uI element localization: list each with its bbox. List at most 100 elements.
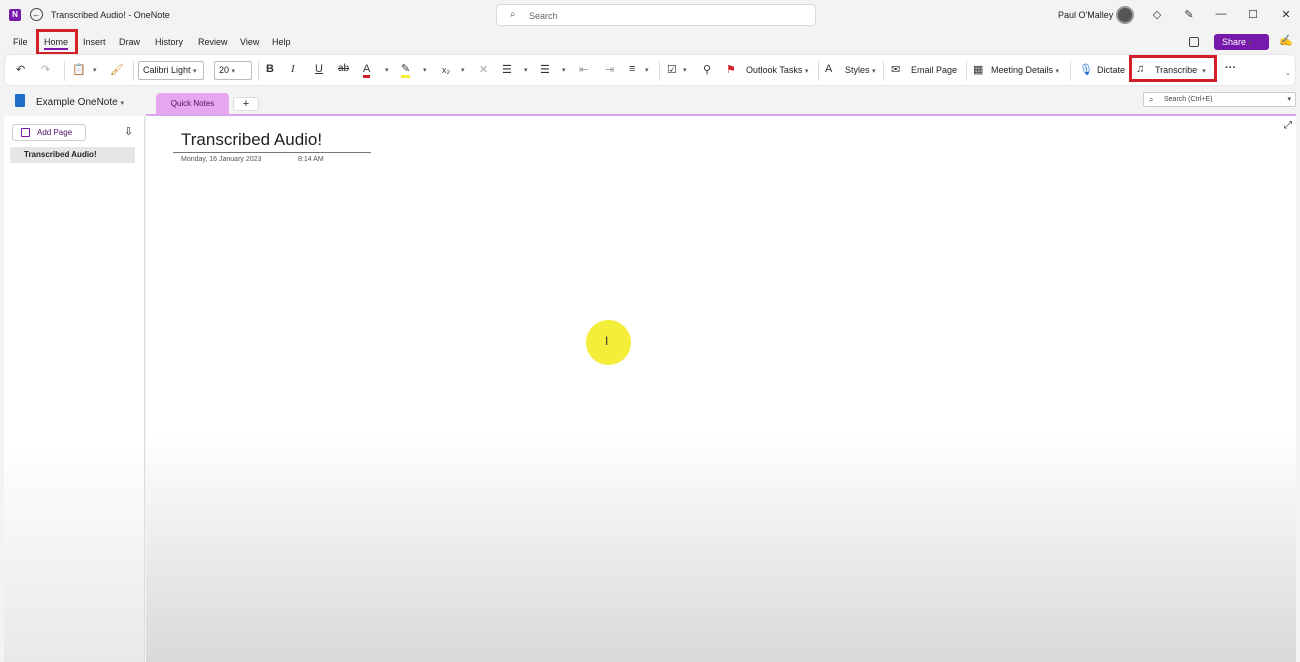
font-name-select[interactable]: Calibri Light ▾ [138, 61, 204, 80]
divider [133, 61, 134, 81]
meeting-details-button[interactable]: Meeting Details ▾ [991, 65, 1059, 75]
chevron-down-icon[interactable]: ▾ [461, 66, 465, 74]
outlook-tasks-button[interactable]: Outlook Tasks ▾ [746, 65, 808, 75]
tab-review[interactable]: Review [198, 37, 228, 47]
redo-icon[interactable]: ↷ [41, 63, 50, 76]
styles-button[interactable]: Styles ▾ [845, 65, 876, 75]
more-options-button[interactable]: ··· [1225, 62, 1236, 74]
meeting-details-icon[interactable]: ▦ [973, 63, 983, 76]
feedback-icon[interactable]: ✍ [1279, 34, 1293, 47]
strikethrough-button[interactable]: ab [338, 63, 349, 74]
pen-icon[interactable]: ✎ [1182, 8, 1196, 21]
chevron-down-icon: ▾ [1248, 40, 1253, 47]
font-size-select[interactable]: 20 ▾ [214, 61, 252, 80]
undo-icon[interactable]: ↶ [16, 63, 25, 76]
email-icon[interactable]: ✉ [891, 63, 900, 76]
page-search-placeholder: Search (Ctrl+E) [1164, 96, 1213, 103]
page-date: Monday, 16 January 2023 [181, 156, 262, 163]
page-title[interactable]: Transcribed Audio! [181, 130, 322, 150]
email-page-button[interactable]: Email Page [911, 65, 957, 75]
chevron-down-icon[interactable]: ▾ [385, 66, 389, 74]
tag-checkbox-icon[interactable]: ☑ [667, 63, 677, 76]
maximize-icon[interactable]: ☐ [1246, 8, 1260, 21]
home-tab-highlight-box [36, 29, 78, 55]
onenote-logo-icon: N [9, 9, 21, 21]
share-button[interactable]: Share ▾ [1214, 34, 1269, 50]
chevron-down-icon: ▾ [193, 68, 197, 75]
share-label: Share [1222, 37, 1247, 47]
decrease-indent-icon[interactable]: ⇤ [579, 63, 588, 76]
numbered-list-icon[interactable]: ☰ [540, 63, 550, 76]
title-bar: N ← Transcribed Audio! - OneNote ⌕ Searc… [0, 0, 1300, 30]
sticky-notes-icon[interactable] [1189, 37, 1199, 47]
menu-bar: File Home Insert Draw History Review Vie… [0, 32, 1300, 52]
section-tab-quick-notes[interactable]: Quick Notes [156, 93, 229, 114]
tab-draw[interactable]: Draw [119, 37, 140, 47]
add-page-button[interactable]: Add Page [12, 124, 86, 141]
notebook-bar: Example OneNote ▾ Quick Notes + ⌕ Search… [0, 88, 1300, 114]
page-canvas[interactable]: Transcribed Audio! Monday, 16 January 20… [146, 116, 1296, 662]
search-placeholder: Search [529, 11, 558, 21]
font-color-button[interactable]: A [363, 63, 371, 78]
tab-view[interactable]: View [240, 37, 259, 47]
divider [258, 61, 259, 81]
add-page-icon [21, 128, 30, 137]
highlighter-icon[interactable]: ✎ [401, 63, 411, 78]
font-name-value: Calibri Light [143, 65, 191, 75]
format-painter-icon[interactable]: 🖌 [110, 63, 124, 76]
page-list-pane: Add Page ⇩ Transcribed Audio! [4, 116, 145, 662]
chevron-down-icon[interactable]: ▾ [93, 66, 97, 74]
title-underline [173, 152, 371, 153]
chevron-down-icon[interactable]: ▾ [562, 66, 566, 74]
chevron-down-icon[interactable]: ▾ [645, 66, 649, 74]
notebook-selector[interactable]: Example OneNote ▾ [36, 97, 124, 108]
page-time: 8:14 AM [298, 156, 324, 163]
search-input[interactable]: ⌕ Search [496, 4, 816, 26]
list-item[interactable]: Transcribed Audio! [10, 147, 135, 163]
expand-icon[interactable]: ⤢ [1284, 120, 1292, 131]
tab-history[interactable]: History [155, 37, 183, 47]
styles-icon[interactable]: A [825, 63, 832, 75]
search-icon: ⌕ [510, 9, 516, 20]
chevron-down-icon: ▾ [1287, 96, 1291, 103]
chevron-down-icon[interactable]: ▾ [683, 66, 687, 74]
diamond-icon[interactable]: ◇ [1150, 8, 1164, 21]
divider [966, 61, 967, 81]
add-section-button[interactable]: + [233, 97, 259, 111]
chevron-down-icon[interactable]: ⌄ [1285, 69, 1291, 77]
increase-indent-icon[interactable]: ⇥ [605, 63, 614, 76]
flag-icon[interactable]: ⚑ [726, 63, 736, 76]
close-icon[interactable]: ✕ [1279, 8, 1293, 21]
align-icon[interactable]: ≡ [629, 63, 635, 75]
user-name[interactable]: Paul O'Malley [1058, 10, 1113, 20]
chevron-down-icon[interactable]: ▾ [423, 66, 427, 74]
find-tags-icon[interactable]: ⚲ [703, 63, 711, 76]
tab-file[interactable]: File [13, 37, 28, 47]
chevron-down-icon: ▾ [120, 100, 125, 107]
sort-icon[interactable]: ⇩ [124, 125, 133, 138]
search-icon: ⌕ [1149, 95, 1154, 104]
microphone-icon[interactable]: 🎙 [1079, 63, 1093, 76]
clear-formatting-icon[interactable]: ✕ [479, 63, 488, 76]
avatar[interactable] [1116, 6, 1134, 24]
clipboard-icon[interactable]: 📋 [72, 63, 86, 76]
back-button[interactable]: ← [30, 8, 43, 21]
dictate-button[interactable]: Dictate [1097, 65, 1125, 75]
tab-insert[interactable]: Insert [83, 37, 106, 47]
chevron-down-icon: ▾ [231, 68, 236, 75]
bold-button[interactable]: B [266, 63, 274, 75]
chevron-down-icon[interactable]: ▾ [524, 66, 528, 74]
subscript-button[interactable]: x₂ [442, 65, 450, 75]
page-search-input[interactable]: ⌕ Search (Ctrl+E) ▾ [1143, 92, 1296, 107]
underline-button[interactable]: U [315, 63, 323, 75]
italic-button[interactable]: I [291, 63, 295, 75]
minimize-icon[interactable]: — [1214, 8, 1228, 20]
notebook-name: Example OneNote [36, 97, 118, 108]
font-size-value: 20 [219, 65, 230, 75]
styles-label: Styles [845, 65, 870, 75]
divider [659, 61, 660, 81]
tab-help[interactable]: Help [272, 37, 291, 47]
add-page-label: Add Page [37, 128, 73, 137]
window-title: Transcribed Audio! - OneNote [51, 10, 170, 20]
bullet-list-icon[interactable]: ☰ [502, 63, 512, 76]
